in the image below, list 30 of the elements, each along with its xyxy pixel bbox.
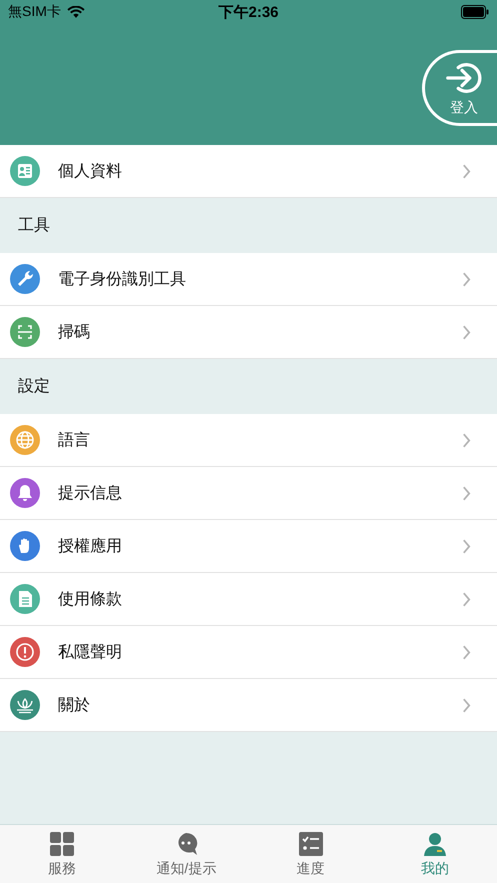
grid-icon (49, 830, 76, 856)
chevron-icon (462, 324, 471, 340)
carrier-text: 無SIM卡 (8, 3, 61, 21)
chevron-icon (462, 432, 471, 448)
chevron-icon (462, 538, 471, 554)
checklist-icon (298, 830, 324, 856)
chevron-icon (462, 644, 471, 660)
menu-item[interactable]: 提示信息 (0, 467, 497, 520)
chevron-icon (462, 164, 471, 178)
menu-item[interactable]: 電子身份識別工具 (0, 253, 497, 306)
menu-item[interactable]: 使用條款 (0, 573, 497, 626)
tab[interactable]: 通知/提示 (124, 825, 248, 883)
chevron-icon (462, 592, 471, 606)
menu-item[interactable]: 語言 (0, 414, 497, 467)
person-icon (422, 830, 448, 856)
tab[interactable]: 我的 (372, 825, 497, 883)
menu-item[interactable]: 關於 (0, 679, 497, 732)
menu-item[interactable]: 掃碼 (0, 306, 497, 359)
login-button[interactable]: 登入 (422, 50, 497, 126)
clock-text: 下午2:36 (218, 2, 279, 22)
tab[interactable]: 服務 (0, 825, 124, 883)
tab[interactable]: 進度 (248, 825, 373, 883)
menu-item[interactable]: 授權應用 (0, 520, 497, 573)
menu-item[interactable]: 個人資料 (0, 145, 497, 198)
chevron-icon (462, 698, 471, 712)
chevron-icon (462, 486, 471, 500)
battery-icon (461, 5, 489, 19)
chevron-icon (462, 272, 471, 286)
menu-item[interactable]: 私隱聲明 (0, 626, 497, 679)
wifi-icon (66, 6, 85, 18)
